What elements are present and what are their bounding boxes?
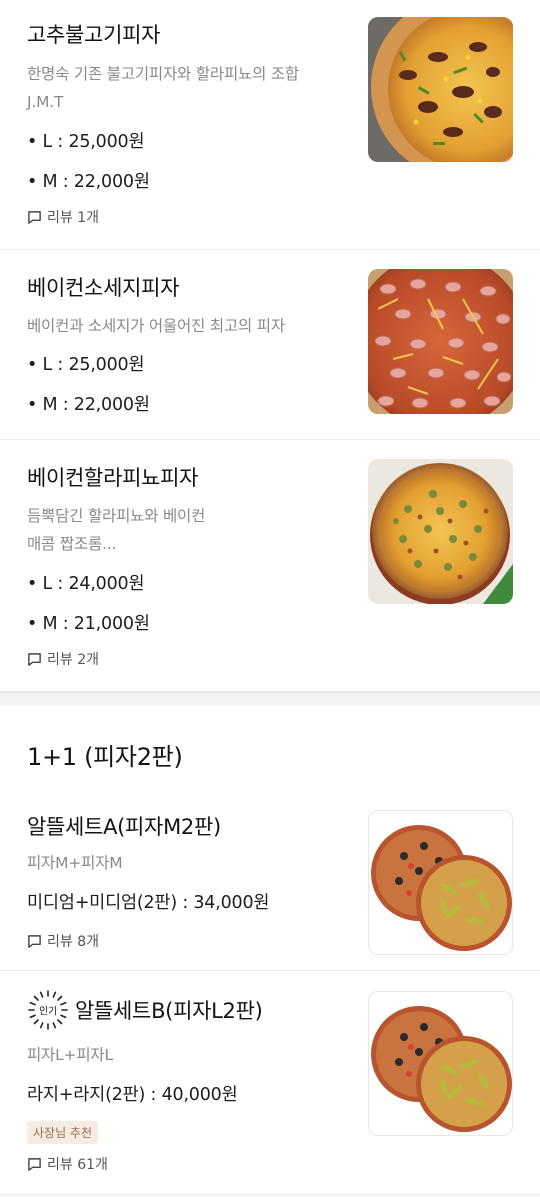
menu-item-description-line-2: J.M.T [27, 93, 64, 111]
menu-item-name: 알뜰세트A(피자M2판) [27, 815, 221, 839]
menu-item-name: 베이컨할라피뇨피자 [27, 466, 199, 490]
bottom-divider [0, 1193, 540, 1197]
speech-bubble-icon [28, 652, 41, 666]
popular-badge: 인기 [27, 989, 69, 1031]
popular-badge-label: 인기 [39, 1006, 57, 1018]
set-photo [368, 810, 513, 955]
menu-item-set-a[interactable]: 알뜰세트A(피자M2판) 피자M+피자M 미디엄+미디엄(2판) : 34,00… [0, 794, 540, 971]
review-label: 리뷰 8개 [47, 934, 99, 950]
sunburst-badge-icon: 인기 [28, 990, 68, 1030]
menu-item-bacon-jalapeno[interactable]: 베이컨할라피뇨피자 듬뿍담긴 할라피뇨와 베이컨 매콤 짭조롬... • L :… [0, 440, 540, 692]
price-medium: • M : 22,000원 [27, 395, 150, 415]
set-price: 라지+라지(2판) : 40,000원 [27, 1085, 238, 1105]
menu-item-bacon-sausage[interactable]: 베이컨소세지피자 베이컨과 소세지가 어울어진 최고의 피자 • L : 25,… [0, 250, 540, 440]
set-photo [368, 991, 513, 1136]
speech-bubble-icon [28, 210, 41, 224]
menu-item-description: 피자L+피자L [27, 1046, 113, 1064]
section-header: 1+1 (피자2판) [0, 706, 540, 794]
review-label: 리뷰 1개 [47, 210, 99, 226]
menu-item-name-row: 인기 알뜰세트B(피자L2판) [27, 989, 347, 1031]
pizza-photo [368, 17, 513, 162]
menu-item-description: 피자M+피자M [27, 854, 123, 872]
menu-item-name: 베이컨소세지피자 [27, 276, 180, 300]
pizza-photo [368, 269, 513, 414]
review-label: 리뷰 2개 [47, 652, 99, 668]
section-divider [0, 692, 540, 706]
pizza-photo [368, 459, 513, 604]
review-label: 리뷰 61개 [47, 1157, 108, 1173]
speech-bubble-icon [28, 934, 41, 948]
price-large: • L : 24,000원 [27, 574, 145, 594]
menu-item-description-line-1: 베이컨과 소세지가 어울어진 최고의 피자 [27, 317, 285, 335]
review-count[interactable]: 리뷰 2개 [27, 649, 347, 669]
menu-item-description-line-1: 한명숙 기존 불고기피자와 할라피뇨의 조합 [27, 65, 299, 83]
review-count[interactable]: 리뷰 1개 [27, 207, 347, 227]
menu-item-bulgogi[interactable]: 고추불고기피자 한명숙 기존 불고기피자와 할라피뇨의 조합 J.M.T • L… [0, 0, 540, 250]
review-count[interactable]: 리뷰 61개 [27, 1154, 347, 1174]
speech-bubble-icon [28, 1157, 41, 1171]
recommend-tag: 사장님 추천 [27, 1121, 99, 1144]
review-count[interactable]: 리뷰 8개 [27, 931, 347, 951]
price-medium: • M : 21,000원 [27, 614, 150, 634]
price-large: • L : 25,000원 [27, 355, 145, 375]
menu-item-name: 알뜰세트B(피자L2판) [75, 999, 263, 1023]
menu-item-description-line-2: 매콤 짭조롬... [27, 535, 117, 553]
price-large: • L : 25,000원 [27, 132, 145, 152]
section-title: 1+1 (피자2판) [27, 743, 183, 771]
set-price: 미디엄+미디엄(2판) : 34,000원 [27, 893, 270, 913]
menu-item-name: 고추불고기피자 [27, 23, 161, 47]
menu-item-set-b[interactable]: 인기 알뜰세트B(피자L2판) 피자L+피자L 라지+라지(2판) : 40,0… [0, 971, 540, 1195]
menu-item-description-line-1: 듬뿍담긴 할라피뇨와 베이컨 [27, 507, 206, 525]
tag-row: 사장님 추천 [27, 1121, 347, 1144]
price-medium: • M : 22,000원 [27, 172, 150, 192]
